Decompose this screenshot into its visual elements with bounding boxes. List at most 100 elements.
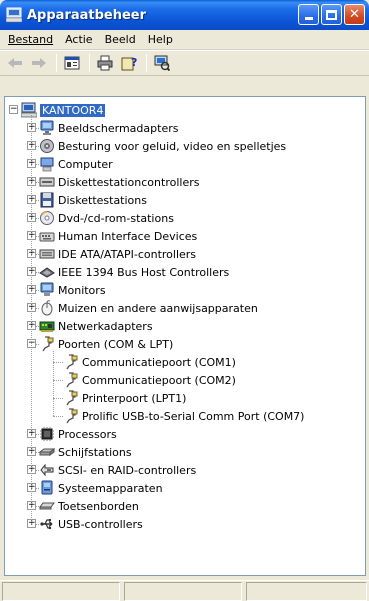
- tree-item-ieee-1394-bus-host-controllers[interactable]: IEEE 1394 Bus Host Controllers: [39, 263, 229, 281]
- port-icon: [63, 354, 79, 370]
- scan-hardware-button[interactable]: [151, 53, 173, 73]
- tree-line: [53, 398, 63, 399]
- menu-bar: Bestand Actie Beeld Help: [0, 30, 369, 50]
- mouse-icon: [39, 300, 55, 316]
- tree-item-communicatiepoort-com1[interactable]: Communicatiepoort (COM1): [63, 353, 236, 371]
- floppy-controller-icon: [39, 174, 55, 190]
- tree-item-muizen-en-andere-aanwijsapparaten[interactable]: Muizen en andere aanwijsapparaten: [39, 299, 258, 317]
- minimize-icon: [304, 17, 313, 20]
- cdrom-icon: [39, 210, 55, 226]
- tree-item-ide-ata-atapi-controllers[interactable]: IDE ATA/ATAPI-controllers: [39, 245, 196, 263]
- close-icon: ✕: [349, 7, 360, 22]
- print-button[interactable]: [94, 53, 116, 73]
- tree-line: [53, 380, 63, 381]
- tree-item-label: Prolific USB-to-Serial Comm Port (COM7): [82, 409, 305, 423]
- display-adapter-icon: [39, 120, 55, 136]
- tree-item-label: IDE ATA/ATAPI-controllers: [58, 247, 197, 261]
- status-bar: [0, 580, 369, 601]
- menu-beeld[interactable]: Beeld: [99, 33, 142, 46]
- disk-drive-icon: [38, 444, 56, 460]
- menu-bestand[interactable]: Bestand: [2, 33, 59, 46]
- pc-icon: [39, 156, 55, 172]
- properties-icon: [64, 56, 80, 70]
- window-title: Apparaatbeheer: [27, 7, 147, 23]
- tree-line: [31, 115, 32, 524]
- tree-item-scsi-en-raid-controllers[interactable]: SCSI- en RAID-controllers: [39, 461, 196, 479]
- help-button[interactable]: ?: [118, 53, 140, 73]
- tree-item-label: Toetsenborden: [58, 499, 139, 513]
- help-icon: ?: [121, 56, 137, 71]
- maximize-button[interactable]: [321, 4, 342, 25]
- tree-line: [53, 362, 63, 363]
- tree-item-communicatiepoort-com2[interactable]: Communicatiepoort (COM2): [63, 371, 236, 389]
- sound-icon: [39, 138, 55, 154]
- properties-button[interactable]: [61, 53, 83, 73]
- tree-root-kantoor4[interactable]: KANTOOR4: [20, 101, 106, 119]
- tree-item-dvd-cd-rom-stations[interactable]: Dvd-/cd-rom-stations: [39, 209, 174, 227]
- monitor-icon: [39, 282, 55, 298]
- ide-icon: [39, 246, 55, 262]
- tree-item-prolific-usb-to-serial-comm-port-com7[interactable]: Prolific USB-to-Serial Comm Port (COM7): [63, 407, 304, 425]
- tree-item-label: IEEE 1394 Bus Host Controllers: [58, 265, 230, 279]
- tree-item-label: Communicatiepoort (COM1): [82, 355, 236, 369]
- tree-item-label: Dvd-/cd-rom-stations: [58, 211, 174, 225]
- back-button[interactable]: [4, 53, 26, 73]
- svg-text:?: ?: [131, 56, 137, 69]
- tree-item-label: Monitors: [58, 283, 106, 297]
- tree-item-human-interface-devices[interactable]: Human Interface Devices: [39, 227, 197, 245]
- minimize-button[interactable]: [298, 4, 319, 25]
- tree-item-besturing-voor-geluid-video-en-spelletjes[interactable]: Besturing voor geluid, video en spelletj…: [39, 137, 286, 155]
- tree-item-label: Diskettestations: [58, 193, 147, 207]
- ieee1394-icon: [39, 264, 55, 280]
- tree-item-label: Besturing voor geluid, video en spelletj…: [58, 139, 287, 153]
- tree-item-label: Processors: [58, 427, 117, 441]
- tree-item-label: Printerpoort (LPT1): [82, 391, 187, 405]
- toolbar-separator: [146, 54, 147, 72]
- tree-item-label: Human Interface Devices: [58, 229, 198, 243]
- tree-item-systeemapparaten[interactable]: Systeemapparaten: [39, 479, 163, 497]
- keyboard-icon: [39, 498, 55, 514]
- tree-item-netwerkadapters[interactable]: Netwerkadapters: [39, 317, 153, 335]
- menu-help[interactable]: Help: [142, 33, 179, 46]
- tree-item-label: USB-controllers: [58, 517, 143, 531]
- port-icon: [39, 336, 55, 352]
- tree-item-label: Communicatiepoort (COM2): [82, 373, 236, 387]
- tree-item-label: Diskettestationcontrollers: [58, 175, 200, 189]
- tree-item-computer[interactable]: Computer: [39, 155, 113, 173]
- menu-actie[interactable]: Actie: [59, 33, 99, 46]
- tree-item-processors[interactable]: Processors: [39, 425, 117, 443]
- tree-line: [53, 351, 54, 416]
- usb-icon: [39, 516, 55, 532]
- tree-item-label: Beeldschermadapters: [58, 121, 179, 135]
- device-tree[interactable]: − KANTOOR4 + Beeldschermadapters + Besturing …: [4, 96, 366, 576]
- collapse-root-button[interactable]: −: [9, 105, 18, 114]
- print-icon: [97, 55, 113, 71]
- back-arrow-icon: [8, 58, 22, 68]
- tree-item-label: Poorten (COM & LPT): [58, 337, 174, 351]
- toolbar-separator: [56, 54, 57, 72]
- computer-icon: [20, 102, 38, 118]
- tree-item-label: Schijfstations: [58, 445, 132, 459]
- tree-item-schijfstations[interactable]: Schijfstations: [38, 443, 132, 461]
- tree-item-beeldschermadapters[interactable]: Beeldschermadapters: [39, 119, 178, 137]
- close-button[interactable]: ✕: [344, 4, 365, 25]
- computer-icon: [5, 7, 23, 23]
- toolbar-separator: [89, 54, 90, 72]
- tree-item-printerpoort-lpt1[interactable]: Printerpoort (LPT1): [63, 389, 186, 407]
- title-bar[interactable]: Apparaatbeheer ✕: [0, 0, 369, 30]
- scsi-icon: [39, 462, 55, 478]
- status-pane-3: [246, 582, 367, 601]
- tree-item-label: Netwerkadapters: [58, 319, 153, 333]
- tree-item-monitors[interactable]: Monitors: [39, 281, 106, 299]
- status-pane-2: [124, 582, 242, 601]
- tree-item-diskettestations[interactable]: Diskettestations: [39, 191, 147, 209]
- forward-button[interactable]: [28, 53, 50, 73]
- tree-item-label: SCSI- en RAID-controllers: [58, 463, 197, 477]
- tree-item-toetsenborden[interactable]: Toetsenborden: [39, 497, 139, 515]
- tree-item-poorten-com-lpt[interactable]: Poorten (COM & LPT): [39, 335, 173, 353]
- tree-item-diskettestationcontrollers[interactable]: Diskettestationcontrollers: [39, 173, 199, 191]
- forward-arrow-icon: [32, 58, 46, 68]
- port-icon: [63, 390, 79, 406]
- tree-item-usb-controllers[interactable]: USB-controllers: [39, 515, 143, 533]
- floppy-drive-icon: [39, 192, 55, 208]
